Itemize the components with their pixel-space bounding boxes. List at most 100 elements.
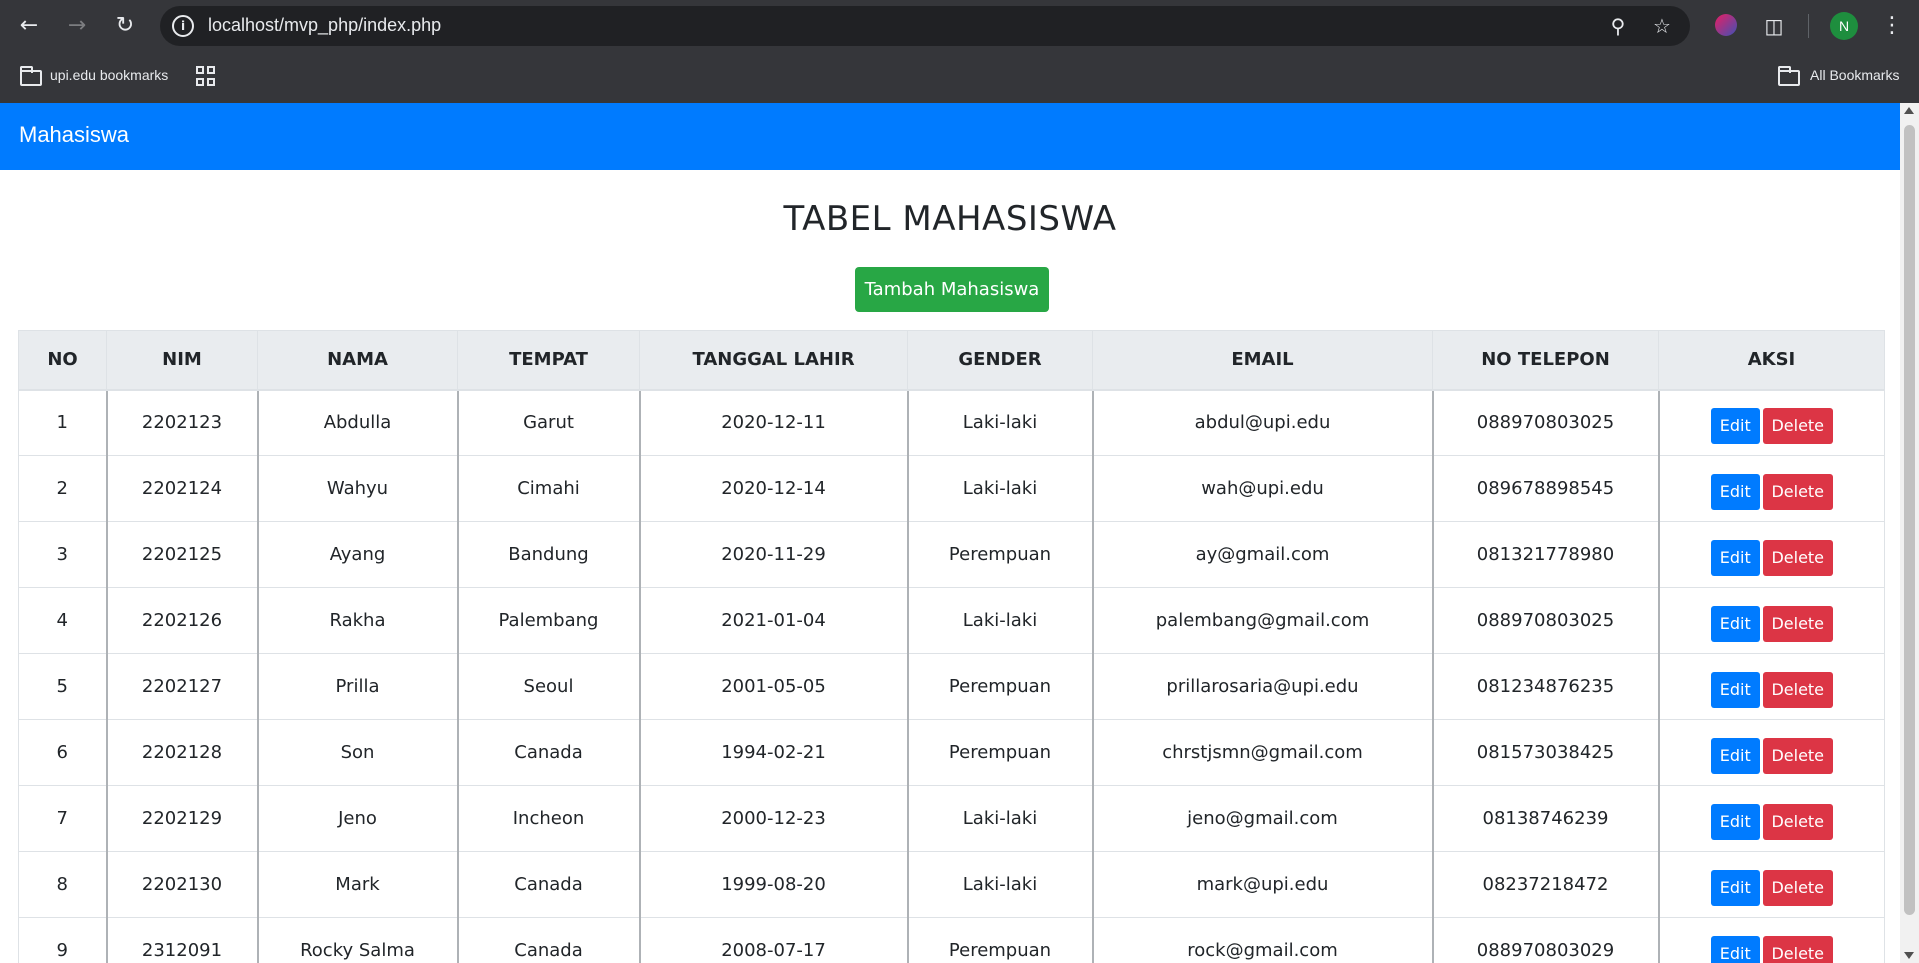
- cell-gender: Laki-laki: [906, 455, 1093, 522]
- toolbar-separator: [1808, 14, 1809, 38]
- cell-no-telepon: 08237218472: [1431, 851, 1659, 918]
- page-content: Mahasiswa TABEL MAHASISWA Tambah Mahasis…: [0, 103, 1900, 963]
- edit-button[interactable]: Edit: [1710, 605, 1760, 642]
- browser-chrome: ← → ↻ i localhost/mvp_php/index.php ⚲ ☆ …: [0, 0, 1919, 103]
- delete-button[interactable]: Delete: [1762, 539, 1833, 576]
- site-info-icon[interactable]: i: [172, 15, 194, 37]
- delete-button[interactable]: Delete: [1762, 605, 1833, 642]
- delete-button[interactable]: Delete: [1762, 737, 1833, 774]
- edit-button[interactable]: Edit: [1710, 473, 1760, 510]
- cell-nama: Rakha: [256, 587, 458, 654]
- cell-tempat: Canada: [456, 719, 640, 786]
- cell-tanggal-lahir: 1999-08-20: [638, 851, 908, 918]
- cell-tempat: Canada: [456, 851, 640, 918]
- table-row: 9 2312091 Rocky Salma Canada 2008-07-17 Perem…: [18, 917, 1885, 963]
- column-header: GENDER: [907, 330, 1093, 391]
- url-text[interactable]: localhost/mvp_php/index.php: [208, 15, 441, 36]
- cell-email: wah@upi.edu: [1091, 455, 1433, 522]
- edit-button[interactable]: Edit: [1710, 539, 1760, 576]
- cell-no: 1: [18, 389, 107, 456]
- bookmark-star-icon[interactable]: ☆: [1650, 14, 1674, 38]
- address-bar[interactable]: i localhost/mvp_php/index.php ⚲ ☆: [160, 6, 1690, 46]
- profile-avatar[interactable]: N: [1830, 12, 1858, 40]
- column-header: NO: [18, 330, 107, 391]
- edit-button[interactable]: Edit: [1710, 671, 1760, 708]
- cell-aksi: Edit Delete: [1657, 851, 1885, 918]
- cell-no-telepon: 089678898545: [1431, 455, 1659, 522]
- edit-button[interactable]: Edit: [1710, 869, 1760, 906]
- bookmark-upi-edu[interactable]: upi.edu bookmarks: [50, 67, 168, 83]
- cell-aksi: Edit Delete: [1657, 653, 1885, 720]
- cell-aksi: Edit Delete: [1657, 785, 1885, 852]
- delete-button[interactable]: Delete: [1762, 407, 1833, 444]
- cell-gender: Laki-laki: [906, 389, 1093, 456]
- apps-grid-icon[interactable]: [196, 66, 216, 86]
- delete-button[interactable]: Delete: [1762, 473, 1833, 510]
- browser-toolbar: ← → ↻ i localhost/mvp_php/index.php ⚲ ☆ …: [0, 0, 1919, 52]
- column-header: EMAIL: [1092, 330, 1433, 391]
- cell-gender: Perempuan: [906, 653, 1093, 720]
- back-arrow-icon[interactable]: ←: [14, 11, 44, 41]
- table-row: 8 2202130 Mark Canada 1999-08-20 Laki-laki mar…: [18, 851, 1885, 918]
- cell-tempat: Cimahi: [456, 455, 640, 522]
- table-row: 3 2202125 Ayang Bandung 2020-11-29 Perempuan a…: [18, 521, 1885, 588]
- forward-arrow-icon[interactable]: →: [62, 11, 92, 41]
- cell-no: 6: [18, 719, 107, 786]
- cell-nim: 2202130: [105, 851, 258, 918]
- cell-nama: Jeno: [256, 785, 458, 852]
- bookmark-all-bookmarks[interactable]: All Bookmarks: [1810, 67, 1899, 83]
- cell-nim: 2202128: [105, 719, 258, 786]
- table-row: 4 2202126 Rakha Palembang 2021-01-04 Laki-lak…: [18, 587, 1885, 654]
- cell-no: 3: [18, 521, 107, 588]
- cell-email: rock@gmail.com: [1091, 917, 1433, 963]
- edit-button[interactable]: Edit: [1710, 737, 1760, 774]
- cell-no-telepon: 088970803025: [1431, 587, 1659, 654]
- cell-no: 4: [18, 587, 107, 654]
- table-header-row: NO NIM NAMA TEMPAT TANGGAL LAHIR GENDER …: [18, 330, 1885, 391]
- column-header: TANGGAL LAHIR: [639, 330, 908, 391]
- cell-nama: Wahyu: [256, 455, 458, 522]
- scroll-up-arrow-icon[interactable]: [1904, 107, 1914, 114]
- cell-email: mark@upi.edu: [1091, 851, 1433, 918]
- cell-aksi: Edit Delete: [1657, 455, 1885, 522]
- cell-tanggal-lahir: 2000-12-23: [638, 785, 908, 852]
- edit-button[interactable]: Edit: [1710, 803, 1760, 840]
- scrollbar-thumb[interactable]: [1904, 125, 1915, 915]
- add-student-button[interactable]: Tambah Mahasiswa: [855, 267, 1049, 312]
- edit-button[interactable]: Edit: [1710, 407, 1760, 444]
- zoom-icon[interactable]: ⚲: [1606, 14, 1630, 38]
- cell-nama: Rocky Salma: [256, 917, 458, 963]
- cell-email: jeno@gmail.com: [1091, 785, 1433, 852]
- cell-no-telepon: 08138746239: [1431, 785, 1659, 852]
- cell-nim: 2202125: [105, 521, 258, 588]
- extension-brain-icon[interactable]: [1715, 14, 1737, 36]
- cell-gender: Laki-laki: [906, 587, 1093, 654]
- cell-tempat: Canada: [456, 917, 640, 963]
- cell-nim: 2202127: [105, 653, 258, 720]
- cell-tanggal-lahir: 2020-11-29: [638, 521, 908, 588]
- table-row: 7 2202129 Jeno Incheon 2000-12-23 Laki-laki je…: [18, 785, 1885, 852]
- cell-tempat: Seoul: [456, 653, 640, 720]
- cell-tanggal-lahir: 1994-02-21: [638, 719, 908, 786]
- column-header: NIM: [106, 330, 258, 391]
- cell-nim: 2202123: [105, 389, 258, 456]
- extensions-puzzle-icon[interactable]: ◫: [1760, 12, 1788, 40]
- cell-gender: Perempuan: [906, 917, 1093, 963]
- cell-aksi: Edit Delete: [1657, 521, 1885, 588]
- scroll-down-arrow-icon[interactable]: [1904, 952, 1914, 959]
- delete-button[interactable]: Delete: [1762, 671, 1833, 708]
- delete-button[interactable]: Delete: [1762, 935, 1833, 963]
- delete-button[interactable]: Delete: [1762, 869, 1833, 906]
- folder-icon: [20, 66, 44, 88]
- reload-icon[interactable]: ↻: [110, 11, 140, 41]
- navbar-brand[interactable]: Mahasiswa: [19, 122, 129, 148]
- edit-button[interactable]: Edit: [1710, 935, 1760, 963]
- page-scrollbar[interactable]: [1900, 103, 1919, 963]
- delete-button[interactable]: Delete: [1762, 803, 1833, 840]
- cell-tempat: Palembang: [456, 587, 640, 654]
- student-table: NO NIM NAMA TEMPAT TANGGAL LAHIR GENDER …: [18, 330, 1885, 963]
- browser-menu-icon[interactable]: ⋮: [1880, 12, 1904, 40]
- folder-icon: [1778, 66, 1802, 88]
- cell-nim: 2312091: [105, 917, 258, 963]
- cell-no: 8: [18, 851, 107, 918]
